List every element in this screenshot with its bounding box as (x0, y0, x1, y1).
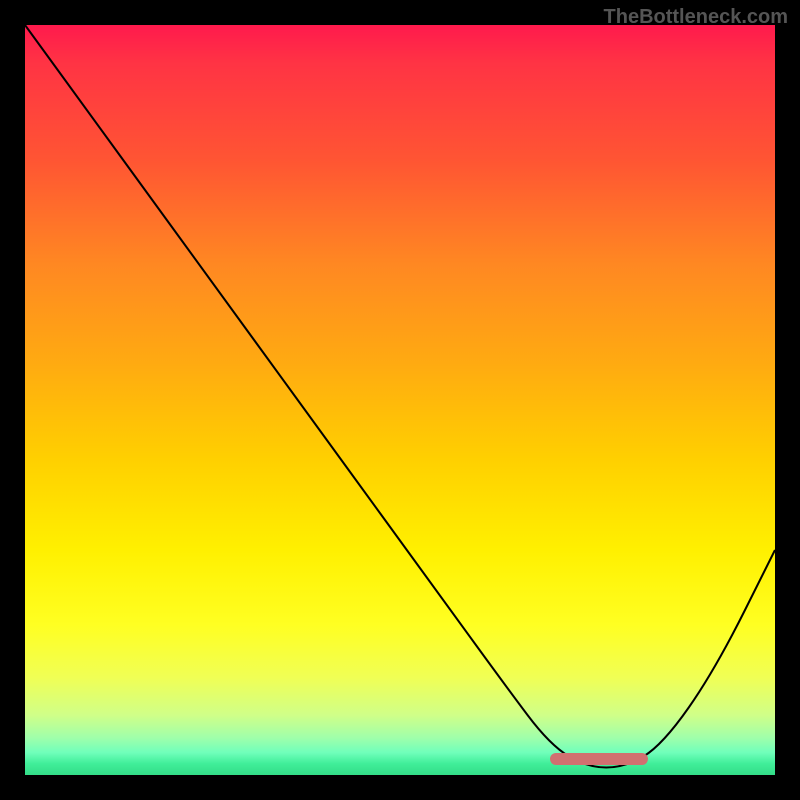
chart-plot-area (25, 25, 775, 775)
optimal-range-marker (550, 753, 648, 765)
watermark-text: TheBottleneck.com (604, 6, 788, 29)
bottleneck-curve-svg (25, 25, 775, 775)
bottleneck-curve-path (25, 25, 775, 768)
